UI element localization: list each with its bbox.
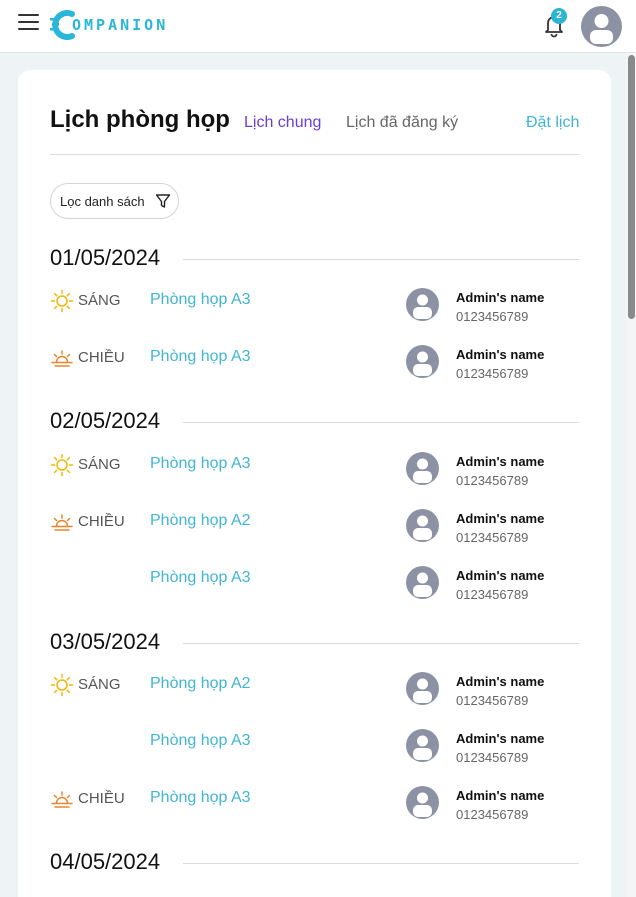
- tab-registered-schedule[interactable]: Lịch đã đăng ký: [346, 114, 458, 132]
- session-label: SÁNG: [78, 456, 121, 473]
- admin-avatar-icon: [406, 345, 439, 378]
- filter-list-button[interactable]: Lọc danh sách: [50, 183, 179, 219]
- filter-icon: [155, 194, 171, 208]
- date-divider: [183, 259, 579, 260]
- admin-phone: 0123456789: [456, 530, 529, 545]
- admin-phone: 0123456789: [456, 693, 529, 708]
- notification-badge: 2: [551, 8, 567, 24]
- session-label: SÁNG: [78, 292, 121, 309]
- room-link[interactable]: Phòng họp A2: [150, 675, 251, 693]
- admin-avatar-icon: [406, 452, 439, 485]
- admin-avatar-icon: [406, 509, 439, 542]
- sunset-icon: [50, 787, 74, 811]
- admin-avatar-icon: [406, 729, 439, 762]
- hamburger-menu-icon[interactable]: [18, 14, 40, 34]
- admin-phone: 0123456789: [456, 473, 529, 488]
- date-divider: [183, 863, 579, 864]
- date-heading: 01/05/2024: [50, 245, 161, 270]
- admin-avatar-icon: [406, 288, 439, 321]
- admin-avatar-icon: [406, 672, 439, 705]
- room-link[interactable]: Phòng họp A3: [150, 291, 251, 309]
- header-divider: [50, 154, 579, 155]
- room-link[interactable]: Phòng họp A3: [150, 789, 251, 807]
- book-schedule-link[interactable]: Đặt lịch: [526, 114, 579, 132]
- sun-icon: [50, 289, 74, 313]
- session-label: CHIỀU: [78, 513, 125, 530]
- admin-name: Admin's name: [456, 290, 545, 305]
- sunset-icon: [50, 510, 74, 534]
- companion-logo[interactable]: OMPANION: [50, 9, 172, 41]
- top-bar: OMPANION 2: [0, 0, 636, 53]
- admin-name: Admin's name: [456, 511, 545, 526]
- date-divider: [183, 643, 579, 644]
- admin-phone: 0123456789: [456, 807, 529, 822]
- admin-name: Admin's name: [456, 788, 545, 803]
- admin-phone: 0123456789: [456, 366, 529, 381]
- sun-icon: [50, 453, 74, 477]
- admin-name: Admin's name: [456, 674, 545, 689]
- admin-phone: 0123456789: [456, 587, 529, 602]
- admin-name: Admin's name: [456, 454, 545, 469]
- date-heading: 03/05/2024: [50, 629, 161, 654]
- room-link[interactable]: Phòng họp A3: [150, 569, 251, 587]
- admin-name: Admin's name: [456, 568, 545, 583]
- admin-phone: 0123456789: [456, 309, 529, 324]
- room-link[interactable]: Phòng họp A3: [150, 455, 251, 473]
- logo-text: OMPANION: [72, 16, 169, 34]
- page-title: Lịch phòng họp: [50, 106, 230, 133]
- date-heading: 04/05/2024: [50, 849, 161, 874]
- sunset-icon: [50, 346, 74, 370]
- admin-avatar-icon: [406, 786, 439, 819]
- admin-phone: 0123456789: [456, 750, 529, 765]
- admin-name: Admin's name: [456, 347, 545, 362]
- session-label: SÁNG: [78, 676, 121, 693]
- date-divider: [183, 422, 579, 423]
- user-avatar-icon[interactable]: [581, 6, 622, 47]
- admin-avatar-icon: [406, 566, 439, 599]
- scrollbar-thumb[interactable]: [628, 55, 635, 319]
- room-link[interactable]: Phòng họp A2: [150, 512, 251, 530]
- admin-name: Admin's name: [456, 731, 545, 746]
- filter-label: Lọc danh sách: [60, 194, 145, 209]
- room-link[interactable]: Phòng họp A3: [150, 348, 251, 366]
- date-heading: 02/05/2024: [50, 408, 161, 433]
- tab-general-schedule[interactable]: Lịch chung: [244, 114, 321, 132]
- sun-icon: [50, 673, 74, 697]
- room-link[interactable]: Phòng họp A3: [150, 732, 251, 750]
- session-label: CHIỀU: [78, 790, 125, 807]
- session-label: CHIỀU: [78, 349, 125, 366]
